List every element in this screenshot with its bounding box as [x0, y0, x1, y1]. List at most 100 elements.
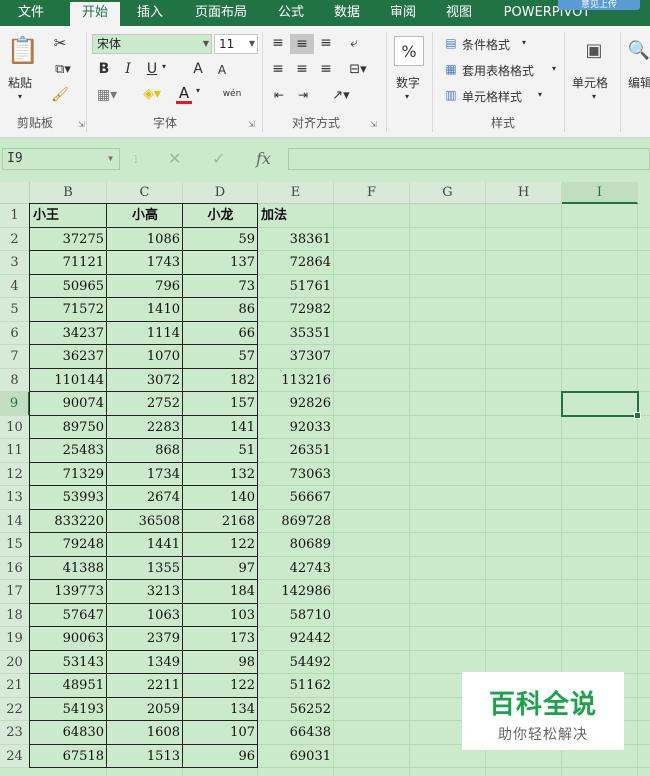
row-header-23[interactable]: 23 [0, 721, 30, 745]
row-header-6[interactable]: 6 [0, 321, 30, 345]
tab-view[interactable]: 视图 [434, 0, 484, 26]
row-header-1[interactable]: 1 [0, 204, 30, 228]
table-cell[interactable]: 72864 [258, 251, 334, 275]
chevron-down-icon[interactable]: ▾ [538, 90, 542, 99]
row-header-8[interactable]: 8 [0, 368, 30, 392]
underline-button[interactable]: U [144, 60, 160, 78]
table-cell[interactable]: 113216 [258, 369, 334, 393]
row-header-14[interactable]: 14 [0, 509, 30, 533]
tab-insert[interactable]: 插入 [126, 0, 174, 26]
cell-styles-button[interactable]: 单元格样式 [462, 88, 522, 105]
table-cell[interactable]: 142986 [258, 580, 334, 604]
table-cell[interactable]: 69031 [258, 745, 334, 769]
cells-icon[interactable]: ▣ [580, 36, 608, 64]
column-header-f[interactable]: F [334, 182, 410, 204]
column-header-g[interactable]: G [410, 182, 486, 204]
table-cell[interactable]: 58710 [258, 604, 334, 628]
font-color-button[interactable]: A [176, 84, 192, 104]
tab-formulas[interactable]: 公式 [266, 0, 316, 26]
row-header-24[interactable]: 24 [0, 744, 30, 768]
number-dropdown-icon[interactable]: ▾ [405, 92, 409, 101]
row-header-19[interactable]: 19 [0, 627, 30, 651]
row-header-10[interactable]: 10 [0, 415, 30, 439]
tab-file[interactable]: 文件 [0, 0, 62, 26]
shrink-font-button[interactable]: A [214, 62, 230, 78]
format-painter-icon[interactable]: 🖌 [50, 86, 70, 104]
active-cell-selection[interactable] [561, 391, 641, 418]
paste-icon[interactable]: 📋 [7, 34, 39, 68]
conditional-format-button[interactable]: 条件格式 [462, 36, 510, 53]
format-as-table-button[interactable]: 套用表格格式 [462, 62, 534, 79]
font-launcher-icon[interactable]: ⇲ [248, 120, 255, 129]
tab-home[interactable]: 开始 [70, 0, 120, 26]
editing-label[interactable]: 编辑 [628, 74, 650, 91]
cancel-icon[interactable]: ✕ [168, 148, 181, 170]
clipboard-launcher-icon[interactable]: ⇲ [78, 120, 85, 129]
row-header-20[interactable]: 20 [0, 650, 30, 674]
table-cell[interactable]: 92442 [258, 627, 334, 651]
italic-button[interactable]: I [120, 60, 136, 78]
table-cell[interactable]: 72982 [258, 298, 334, 322]
alignment-launcher-icon[interactable]: ⇲ [370, 120, 377, 129]
align-right-icon[interactable]: ≡ [316, 60, 336, 78]
column-header-e[interactable]: E [258, 182, 334, 204]
cut-icon[interactable]: ✂ [50, 34, 70, 52]
cells-label[interactable]: 单元格 [572, 74, 608, 91]
align-top-icon[interactable]: ≡ [268, 34, 288, 52]
table-cell[interactable]: 73063 [258, 463, 334, 487]
formula-input[interactable] [288, 148, 650, 170]
tab-review[interactable]: 审阅 [378, 0, 428, 26]
paste-dropdown-icon[interactable]: ▾ [18, 92, 22, 101]
row-header-13[interactable]: 13 [0, 486, 30, 510]
row-header-3[interactable]: 3 [0, 251, 30, 275]
increase-indent-icon[interactable]: ⇥ [292, 86, 314, 104]
paste-label[interactable]: 粘贴 [8, 74, 32, 91]
row-header-21[interactable]: 21 [0, 674, 30, 698]
table-cell[interactable]: 56667 [258, 486, 334, 510]
number-label[interactable]: 数字 [396, 74, 420, 91]
table-cell[interactable]: 869728 [258, 510, 334, 534]
row-header-17[interactable]: 17 [0, 580, 30, 604]
column-header-i[interactable]: I [562, 182, 638, 204]
table-cell[interactable]: 37307 [258, 345, 334, 369]
table-cell[interactable]: 26351 [258, 439, 334, 463]
borders-icon[interactable]: ▦▾ [96, 86, 118, 104]
feedback-badge[interactable]: 意见上传 [558, 0, 640, 10]
table-cell[interactable]: 80689 [258, 533, 334, 557]
table-cell[interactable]: 51162 [258, 674, 334, 698]
header-cell-e[interactable]: 加法 [258, 204, 334, 228]
table-cell[interactable]: 56252 [258, 698, 334, 722]
bold-button[interactable]: B [96, 60, 112, 78]
fill-color-icon[interactable]: ◈▾ [140, 84, 164, 104]
row-header-9[interactable]: 9 [0, 392, 30, 416]
row-header-16[interactable]: 16 [0, 556, 30, 580]
row-header-12[interactable]: 12 [0, 462, 30, 486]
align-center-icon[interactable]: ≡ [292, 60, 312, 78]
table-cell[interactable]: 35351 [258, 322, 334, 346]
number-format-button[interactable]: % [394, 36, 424, 66]
insert-function-icon[interactable]: fx [256, 148, 271, 170]
table-cell[interactable]: 66438 [258, 721, 334, 745]
align-left-icon[interactable]: ≡ [268, 60, 288, 78]
tab-data[interactable]: 数据 [322, 0, 372, 26]
row-header-11[interactable]: 11 [0, 439, 30, 463]
table-cell[interactable]: 38361 [258, 228, 334, 252]
column-header-b[interactable]: B [30, 182, 107, 204]
chevron-down-icon[interactable]: ▾ [522, 38, 526, 47]
row-header-5[interactable]: 5 [0, 298, 30, 322]
find-icon[interactable]: 🔍 [628, 36, 650, 64]
align-bottom-icon[interactable]: ≡ [316, 34, 336, 52]
font-size-combo[interactable]: 11 ▼ [214, 34, 258, 54]
row-header-2[interactable]: 2 [0, 227, 30, 251]
align-middle-icon[interactable]: ≡ [290, 34, 314, 54]
table-cell[interactable]: 92826 [258, 392, 334, 416]
row-header-22[interactable]: 22 [0, 697, 30, 721]
column-header-d[interactable]: D [183, 182, 258, 204]
row-header-15[interactable]: 15 [0, 533, 30, 557]
copy-icon[interactable]: ⧉▾ [50, 60, 76, 78]
select-all-corner[interactable] [0, 182, 30, 204]
underline-dropdown-icon[interactable]: ▾ [162, 62, 166, 71]
row-header-4[interactable]: 4 [0, 274, 30, 298]
table-cell[interactable]: 42743 [258, 557, 334, 581]
name-box[interactable]: I9 ▼ [2, 148, 120, 170]
